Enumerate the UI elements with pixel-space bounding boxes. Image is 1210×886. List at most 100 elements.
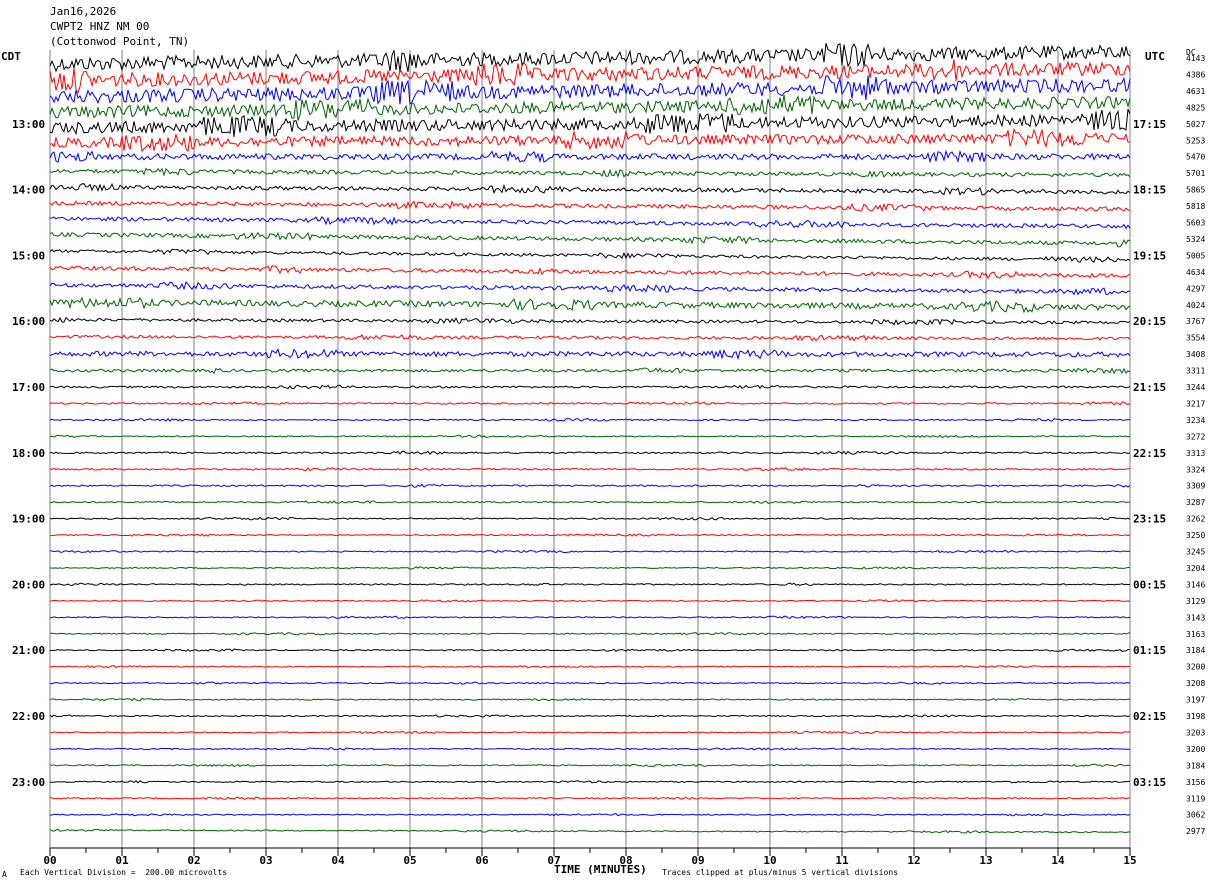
trace-line (49, 697, 1130, 702)
dc-offset-label: 3262 (1186, 515, 1205, 524)
trace-line (49, 265, 1131, 280)
dc-offset-label: 3156 (1186, 778, 1205, 787)
trace-line (49, 632, 1131, 636)
trace-group (49, 43, 1131, 834)
trace-line (49, 582, 1131, 587)
trace-line (49, 216, 1131, 230)
dc-offset-label: 3287 (1186, 498, 1205, 507)
cdt-hour-label: 16:00 (12, 315, 45, 328)
helicorder-chart: 00 01 02 03 04 05 06 07 08 09 10 11 12 13 14 1541434386… (12, 43, 1205, 867)
trace-line (49, 348, 1131, 361)
trace-line (49, 681, 1131, 685)
x-tick-label: 11 (835, 854, 849, 867)
utc-hour-label: 20:15 (1133, 315, 1166, 328)
x-tick-label: 01 (115, 854, 129, 867)
dc-offset-label: 3129 (1186, 597, 1205, 606)
dc-offset-label: 5818 (1186, 202, 1205, 211)
x-tick-label: 14 (1051, 854, 1065, 867)
trace-line (49, 149, 1131, 164)
dc-offset-label: 3244 (1186, 383, 1205, 392)
trace-line (49, 483, 1131, 488)
dc-offset-label: 3184 (1186, 646, 1205, 655)
dc-offset-label: 5603 (1186, 219, 1205, 228)
dc-offset-label: 3204 (1186, 564, 1205, 573)
trace-line (49, 730, 1130, 735)
dc-offset-label: 5005 (1186, 251, 1205, 260)
dc-offset-label: 3309 (1186, 482, 1205, 491)
trace-line (49, 108, 1131, 138)
trace-line (49, 500, 1130, 504)
dc-offset-label: 3324 (1186, 465, 1205, 474)
cdt-hour-label: 15:00 (12, 249, 45, 262)
dc-offset-label: 3208 (1186, 679, 1205, 688)
utc-hour-label: 19:15 (1133, 249, 1166, 262)
dc-offset-label: 5701 (1186, 169, 1205, 178)
x-tick-label: 03 (259, 854, 272, 867)
dc-offset-label: 3245 (1186, 548, 1205, 557)
dc-offset-label: 4024 (1186, 301, 1205, 310)
dc-offset-label: 3554 (1186, 334, 1205, 343)
trace-line (49, 549, 1131, 554)
dc-offset-label: 4297 (1186, 284, 1205, 293)
dc-offset-label: 3767 (1186, 317, 1205, 326)
dc-offset-label: 3313 (1186, 449, 1205, 458)
trace-line (49, 533, 1131, 537)
dc-offset-label: 3197 (1186, 696, 1205, 705)
dc-offset-label: 2977 (1186, 827, 1205, 836)
cdt-hour-label: 14:00 (12, 184, 45, 197)
x-tick-label: 05 (403, 854, 416, 867)
dc-offset-label: 3408 (1186, 350, 1205, 359)
axis-labels: 00 01 02 03 04 05 06 07 08 09 10 11 12 13 14 1541434386… (12, 54, 1205, 867)
trace-line (49, 316, 1131, 326)
trace-line (49, 714, 1131, 718)
cdt-hour-label: 22:00 (12, 710, 45, 723)
cdt-hour-label: 13:00 (12, 118, 45, 131)
x-tick-label: 04 (331, 854, 345, 867)
x-tick-label: 10 (763, 854, 776, 867)
cdt-hour-label: 21:00 (12, 644, 45, 657)
dc-offset-label: 5027 (1186, 120, 1205, 129)
dc-offset-label: 3119 (1186, 794, 1205, 803)
dc-offset-label: 3143 (1186, 613, 1205, 622)
trace-line (49, 200, 1130, 213)
dc-offset-label: 3234 (1186, 416, 1205, 425)
dc-offset-label: 4143 (1186, 54, 1205, 63)
trace-line (49, 450, 1131, 456)
trace-line (49, 296, 1131, 314)
dc-offset-label: 3146 (1186, 580, 1205, 589)
trace-line (49, 599, 1131, 603)
dc-offset-label: 3203 (1186, 728, 1205, 737)
x-tick-label: 09 (691, 854, 704, 867)
dc-offset-label: 4386 (1186, 70, 1205, 79)
dc-offset-label: 4825 (1186, 103, 1205, 112)
scale-note: Each Vertical Division = 200.00 microvol… (20, 868, 228, 877)
cdt-hour-label: 17:00 (12, 381, 45, 394)
utc-hour-label: 03:15 (1133, 776, 1166, 789)
trace-line (49, 334, 1131, 342)
trace-line (49, 417, 1131, 422)
cdt-hour-label: 20:00 (12, 578, 45, 591)
dc-offset-label: 3311 (1186, 367, 1205, 376)
utc-hour-label: 02:15 (1133, 710, 1166, 723)
trace-line (49, 401, 1131, 406)
cdt-hour-label: 19:00 (12, 513, 45, 526)
trace-line (49, 813, 1131, 817)
dc-offset-label: 3184 (1186, 761, 1205, 770)
dc-offset-label: 3217 (1186, 399, 1205, 408)
trace-line (49, 248, 1131, 263)
trace-line (49, 516, 1131, 521)
x-tick-label: 12 (907, 854, 920, 867)
trace-line (49, 281, 1131, 296)
trace-line (49, 167, 1131, 179)
dc-offset-label: 4631 (1186, 87, 1205, 96)
trace-line (49, 384, 1131, 390)
dc-offset-label: 3200 (1186, 663, 1205, 672)
cdt-hour-label: 18:00 (12, 447, 45, 460)
trace-line (49, 796, 1130, 800)
dc-offset-label: 3062 (1186, 811, 1205, 820)
utc-hour-label: 22:15 (1133, 447, 1166, 460)
utc-hour-label: 18:15 (1133, 184, 1166, 197)
trace-line (49, 467, 1131, 472)
dc-offset-label: 5865 (1186, 186, 1205, 195)
clip-note: Traces clipped at plus/minus 5 vertical … (662, 868, 899, 877)
